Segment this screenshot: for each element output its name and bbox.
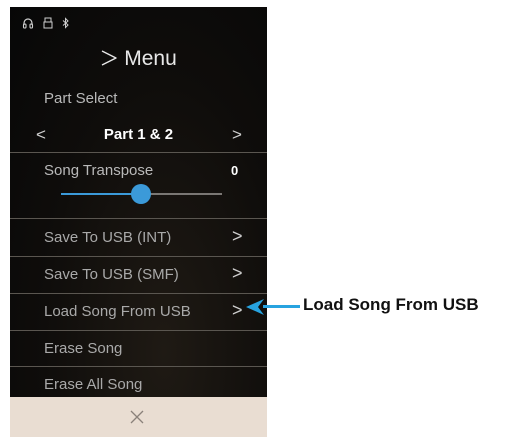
part-select-value: Part 1 & 2 bbox=[103, 126, 174, 143]
transpose-slider-fill bbox=[61, 193, 141, 195]
menu-title-text: Menu bbox=[124, 47, 177, 70]
close-icon[interactable] bbox=[129, 409, 145, 425]
menu-title: Menu bbox=[10, 47, 267, 73]
menu-item-label: Load Song From USB bbox=[44, 303, 191, 320]
part-next-button[interactable]: > bbox=[232, 125, 242, 145]
menu-item-label: Erase Song bbox=[44, 340, 123, 357]
menu-item-label: Save To USB (INT) bbox=[44, 229, 172, 246]
divider bbox=[10, 218, 267, 219]
chevron-right-icon: > bbox=[232, 263, 243, 283]
bluetooth-icon bbox=[62, 17, 69, 29]
song-transpose-label: Song Transpose bbox=[44, 162, 154, 179]
headphones-icon bbox=[22, 18, 34, 29]
divider bbox=[10, 152, 267, 153]
part-select: < Part 1 & 2 > bbox=[10, 120, 267, 150]
callout-line bbox=[263, 305, 300, 308]
menu-item-label: Save To USB (SMF) bbox=[44, 266, 179, 283]
footer-bar bbox=[10, 397, 267, 437]
chevron-right-icon: > bbox=[232, 300, 243, 320]
play-icon bbox=[100, 49, 118, 73]
menu-item-load-song-usb[interactable]: Load Song From USB > bbox=[10, 294, 267, 330]
usb-icon bbox=[43, 17, 53, 29]
chevron-right-icon: > bbox=[232, 226, 243, 246]
callout-label: Load Song From USB bbox=[303, 295, 479, 314]
menu-item-save-usb-int[interactable]: Save To USB (INT) > bbox=[10, 220, 267, 256]
status-bar bbox=[22, 15, 70, 31]
part-select-label: Part Select bbox=[44, 90, 118, 107]
menu-item-erase-song[interactable]: Erase Song bbox=[10, 331, 267, 367]
song-transpose-value: 0 bbox=[231, 163, 239, 178]
menu-item-save-usb-smf[interactable]: Save To USB (SMF) > bbox=[10, 257, 267, 293]
transpose-slider-knob[interactable] bbox=[131, 184, 151, 204]
menu-item-label: Erase All Song bbox=[44, 376, 143, 393]
menu-screen: Menu Part Select < Part 1 & 2 > Song Tra… bbox=[10, 7, 267, 437]
